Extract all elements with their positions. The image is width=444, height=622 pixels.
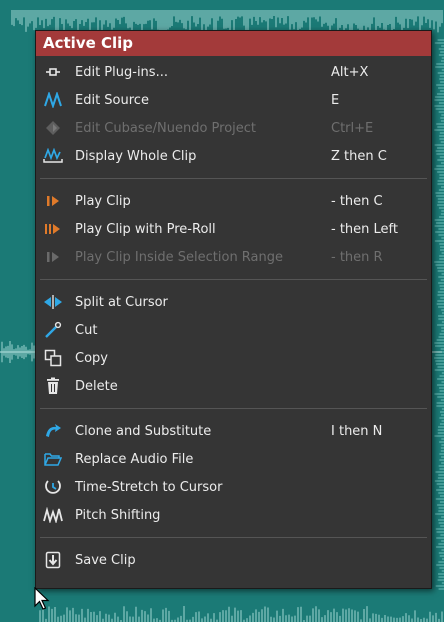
- menu-item-label: Copy: [75, 350, 108, 366]
- menu-item-label: Replace Audio File: [75, 451, 194, 467]
- menu-item-cut[interactable]: Cut: [36, 316, 431, 344]
- audio-montage-background: Active Clip Edit Plug-ins... Alt+X Edit So…: [0, 0, 444, 622]
- menu-item-label: Play Clip with Pre-Roll: [75, 221, 216, 237]
- menu-item-label: Edit Cubase/Nuendo Project: [75, 120, 257, 136]
- menu-item-shortcut: - then C: [331, 193, 383, 209]
- menu-item-pitch-shifting[interactable]: Pitch Shifting: [36, 501, 431, 529]
- menu-item-edit-source[interactable]: Edit Source E: [36, 86, 431, 114]
- menu-item-shortcut: Ctrl+E: [331, 120, 374, 136]
- menu-item-label: Save Clip: [75, 552, 136, 568]
- menu-body: Edit Plug-ins... Alt+X Edit Source E Edit Cu…: [36, 56, 431, 574]
- menu-item-save-clip[interactable]: Save Clip: [36, 546, 431, 574]
- cut-icon: [41, 316, 65, 344]
- menu-item-label: Cut: [75, 322, 98, 338]
- menu-item-label: Edit Source: [75, 92, 149, 108]
- menu-item-label: Split at Cursor: [75, 294, 168, 310]
- display-clip-icon: [41, 142, 65, 170]
- menu-item-label: Clone and Substitute: [75, 423, 212, 439]
- menu-item-label: Edit Plug-ins...: [75, 64, 168, 80]
- menu-item-shortcut: Alt+X: [331, 64, 369, 80]
- folder-icon: [41, 445, 65, 473]
- menu-separator: [40, 279, 427, 280]
- menu-title: Active Clip: [36, 31, 431, 56]
- menu-item-delete[interactable]: Delete: [36, 372, 431, 400]
- waveform-edit-icon: [41, 86, 65, 114]
- menu-item-label: Display Whole Clip: [75, 148, 197, 164]
- menu-item-shortcut: - then Left: [331, 221, 398, 237]
- menu-item-play-clip-with-pre-roll[interactable]: Play Clip with Pre-Roll - then Left: [36, 215, 431, 243]
- menu-item-label: Time-Stretch to Cursor: [75, 479, 223, 495]
- menu-separator: [40, 178, 427, 179]
- menu-item-play-clip[interactable]: Play Clip - then C: [36, 187, 431, 215]
- menu-separator: [40, 537, 427, 538]
- mouse-pointer-icon: [34, 587, 50, 610]
- menu-item-display-whole-clip[interactable]: Display Whole Clip Z then C: [36, 142, 431, 170]
- split-icon: [41, 288, 65, 316]
- menu-item-shortcut: I then N: [331, 423, 383, 439]
- menu-item-play-clip-inside-selection-range: Play Clip Inside Selection Range - then R: [36, 243, 431, 271]
- save-clip-icon: [41, 546, 65, 574]
- active-clip-context-menu: Active Clip Edit Plug-ins... Alt+X Edit So…: [35, 30, 432, 589]
- menu-item-copy[interactable]: Copy: [36, 344, 431, 372]
- menu-item-label: Play Clip: [75, 193, 131, 209]
- menu-item-shortcut: - then R: [331, 249, 383, 265]
- menu-item-edit-cubase-nuendo-project: Edit Cubase/Nuendo Project Ctrl+E: [36, 114, 431, 142]
- menu-item-label: Delete: [75, 378, 118, 394]
- menu-separator: [40, 408, 427, 409]
- plugin-icon: [41, 58, 65, 86]
- menu-item-label: Play Clip Inside Selection Range: [75, 249, 284, 265]
- cubase-icon: [41, 114, 65, 142]
- trash-icon: [41, 372, 65, 400]
- pitch-shift-icon: [41, 501, 65, 529]
- play-selection-icon: [41, 243, 65, 271]
- menu-item-split-at-cursor[interactable]: Split at Cursor: [36, 288, 431, 316]
- menu-item-shortcut: E: [331, 92, 340, 108]
- menu-item-time-stretch-to-cursor[interactable]: Time-Stretch to Cursor: [36, 473, 431, 501]
- menu-item-label: Pitch Shifting: [75, 507, 161, 523]
- menu-item-shortcut: Z then C: [331, 148, 387, 164]
- menu-item-clone-and-substitute[interactable]: Clone and Substitute I then N: [36, 417, 431, 445]
- menu-item-replace-audio-file[interactable]: Replace Audio File: [36, 445, 431, 473]
- copy-icon: [41, 344, 65, 372]
- clone-icon: [41, 417, 65, 445]
- play-preroll-icon: [41, 215, 65, 243]
- time-stretch-icon: [41, 473, 65, 501]
- play-clip-icon: [41, 187, 65, 215]
- menu-item-edit-plug-ins[interactable]: Edit Plug-ins... Alt+X: [36, 58, 431, 86]
